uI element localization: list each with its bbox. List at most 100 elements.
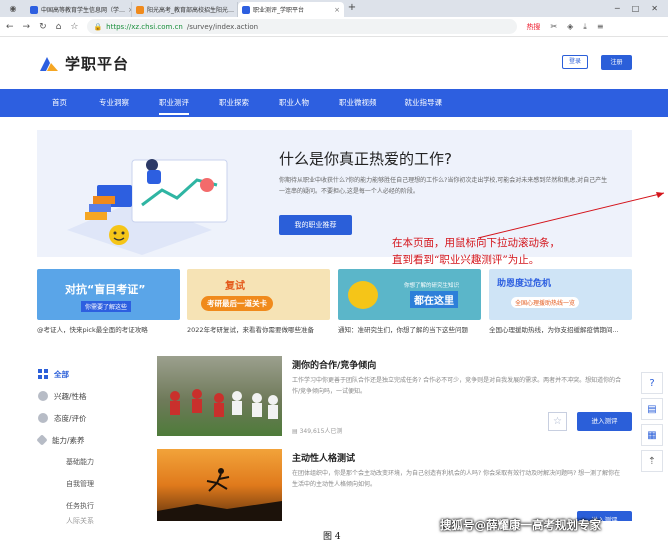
annotation-note: 在本页面，用鼠标向下拉动滚动条， 直到看到“职业兴趣测评”为止。 bbox=[392, 235, 632, 269]
smile-icon bbox=[38, 391, 48, 401]
favorite-star-icon[interactable]: ☆ bbox=[548, 412, 567, 431]
help-icon[interactable]: ? bbox=[641, 372, 663, 394]
tab-favicon bbox=[136, 5, 144, 14]
clock-icon bbox=[38, 413, 48, 423]
nav-item-major-insight[interactable]: 专业洞察 bbox=[99, 89, 129, 117]
browser-tab-3[interactable]: 职业测评_学职平台 × bbox=[238, 2, 344, 17]
tab-favicon bbox=[30, 5, 38, 14]
category-interest[interactable]: 兴趣/性格 bbox=[38, 385, 128, 407]
close-window-icon[interactable]: ✕ bbox=[651, 4, 658, 13]
clipboard-icon[interactable]: ▤ bbox=[641, 398, 663, 420]
hero-illustration bbox=[67, 159, 228, 255]
test-item: 测你的合作/竞争倾向 工作学习中你更善于团队合作还是独立完成任务? 合作必不可少… bbox=[157, 356, 632, 436]
figure-caption: 图 4 bbox=[323, 532, 341, 542]
subcategory-basic[interactable]: 基础能力 bbox=[38, 451, 128, 473]
card-title: 都在这里 bbox=[410, 291, 458, 308]
login-button[interactable]: 登录 bbox=[562, 55, 588, 69]
test-title[interactable]: 主动性人格测试 bbox=[292, 451, 355, 464]
owl-icon bbox=[348, 281, 378, 309]
qr-code-icon[interactable]: ▦ bbox=[641, 424, 663, 446]
enter-test-button[interactable]: 进入测评 bbox=[577, 412, 632, 431]
card-title: 复试 bbox=[225, 281, 245, 292]
download-icon[interactable]: ⤓ bbox=[583, 22, 587, 32]
site-header: 学职平台 登录 注册 bbox=[0, 37, 668, 89]
tab-favicon bbox=[242, 5, 250, 14]
maximize-icon[interactable]: □ bbox=[632, 4, 640, 13]
promo-card-retest[interactable]: 复试 考研最后一道关卡 bbox=[187, 269, 330, 320]
card-subtitle: 全国心理援助热线一览 bbox=[511, 297, 580, 308]
nav-item-career-video[interactable]: 职业微视频 bbox=[339, 89, 377, 117]
career-recommend-button[interactable]: 我的职业推荐 bbox=[279, 215, 352, 235]
window-controls: ─ □ ✕ bbox=[615, 0, 668, 17]
card-title: 对抗“盲目考证” bbox=[65, 283, 146, 296]
card-subtitle: 你需要了解这些 bbox=[81, 301, 132, 312]
football-players-image bbox=[170, 389, 278, 419]
test-item: 主动性人格测试 在团体组织中，你是那个会主动改变环境，为自己创造有利机会的人吗?… bbox=[157, 449, 632, 521]
nav-item-home[interactable]: 首页 bbox=[52, 89, 67, 117]
test-title[interactable]: 测你的合作/竞争倾向 bbox=[292, 358, 376, 371]
card-caption[interactable]: 2022年考研复试，来看看你需要做哪些准备 bbox=[187, 324, 330, 334]
category-label: 全部 bbox=[54, 369, 69, 379]
scissors-icon[interactable]: ✂ bbox=[550, 22, 557, 31]
hot-search[interactable]: 热搜 bbox=[526, 22, 540, 32]
minimize-icon[interactable]: ─ bbox=[615, 4, 620, 13]
annotation-line-1: 在本页面，用鼠标向下拉动滚动条， bbox=[392, 237, 560, 249]
bookmark-icon[interactable]: ☆ bbox=[70, 22, 78, 32]
address-toolbar: ← → ↻ ⌂ ☆ 🔒 https://xz.chsi.com.cn/surve… bbox=[0, 17, 668, 37]
heart-icon bbox=[36, 434, 48, 446]
category-sidebar: 全部 兴趣/性格 态度/评价 能力/素养 基础能力 自我管理 任务执行 人际关系 bbox=[36, 363, 128, 525]
register-button[interactable]: 注册 bbox=[601, 55, 632, 70]
browser-tab-2[interactable]: 阳光高考_教育部高校招生阳光… × bbox=[132, 2, 238, 17]
lock-icon: 🔒 bbox=[93, 22, 103, 31]
subcategory-task[interactable]: 任务执行 bbox=[38, 495, 128, 517]
promo-cards: 对抗“盲目考证” 你需要了解这些 @考证人，快来pick最全面的考证攻略 复试 … bbox=[37, 269, 632, 334]
category-attitude[interactable]: 态度/评价 bbox=[38, 407, 128, 429]
site-logo[interactable]: 学职平台 bbox=[38, 53, 129, 74]
home-icon[interactable]: ⌂ bbox=[56, 22, 62, 32]
category-label: 兴趣/性格 bbox=[54, 391, 87, 401]
forward-icon[interactable]: → bbox=[23, 22, 31, 32]
category-all[interactable]: 全部 bbox=[38, 363, 128, 385]
category-ability[interactable]: 能力/素养 bbox=[36, 429, 128, 451]
tab-title: 职业测评_学职平台 bbox=[253, 7, 305, 14]
url-host: https://xz.chsi.com.cn bbox=[106, 22, 183, 31]
nav-item-career-people[interactable]: 职业人物 bbox=[279, 89, 309, 117]
reload-icon[interactable]: ↻ bbox=[39, 22, 47, 32]
browser-tab-1[interactable]: 中国高等教育学生信息网（学… × bbox=[26, 2, 132, 17]
card-subtitle: 考研最后一道关卡 bbox=[201, 296, 273, 311]
watermark: 搜狐号@薛耀康一高考规划专家 bbox=[440, 518, 601, 532]
new-tab-button[interactable]: + bbox=[344, 2, 360, 17]
promo-card-psych[interactable]: 助恩度过危机 全国心理援助热线一览 bbox=[489, 269, 632, 320]
card-caption[interactable]: 通知：准研究生们，你想了解的当下这些问题 bbox=[338, 324, 481, 334]
promo-card-grad[interactable]: 你想了解的研究生知识 都在这里 bbox=[338, 269, 481, 320]
hero-description: 你期待从职业中收获什么?你的能力能够胜任自己理想的工作么?当你初次走出学校,可能… bbox=[279, 177, 608, 195]
extension-icon[interactable]: ◈ bbox=[567, 22, 573, 31]
card-caption[interactable]: @考证人，快来pick最全面的考证攻略 bbox=[37, 324, 180, 334]
menu-icon[interactable]: ≡ bbox=[597, 22, 604, 31]
subcategory-self[interactable]: 自我管理 bbox=[38, 473, 128, 495]
subcategory-people[interactable]: 人际关系 bbox=[38, 517, 128, 525]
nav-item-career-explore[interactable]: 职业探索 bbox=[219, 89, 249, 117]
close-icon[interactable]: × bbox=[334, 6, 340, 14]
card-subtitle: 你想了解的研究生知识 bbox=[404, 283, 460, 289]
nav-item-career-test[interactable]: 职业测评 bbox=[159, 89, 189, 117]
test-thumbnail[interactable] bbox=[157, 356, 282, 436]
card-title: 助恩度过危机 bbox=[497, 279, 552, 289]
test-description: 工作学习中你更善于团队合作还是独立完成任务? 合作必不可少，竞争则是对自我发展的… bbox=[292, 377, 622, 395]
url-input[interactable]: 🔒 https://xz.chsi.com.cn/survey/index.ac… bbox=[87, 19, 518, 34]
card-caption[interactable]: 全国心理援助热线，为你支招缓解疫情期间... bbox=[489, 324, 632, 334]
grid-icon bbox=[38, 369, 48, 379]
test-count-text: 349,615人已测 bbox=[299, 428, 343, 435]
tab-title: 中国高等教育学生信息网（学… bbox=[41, 7, 126, 14]
logo-icon bbox=[40, 56, 58, 71]
back-to-top-icon[interactable]: ⇡ bbox=[641, 450, 663, 472]
nav-item-career-course[interactable]: 就业指导课 bbox=[405, 89, 443, 117]
list-icon: ▤ bbox=[292, 428, 298, 435]
logo-text: 学职平台 bbox=[65, 55, 130, 73]
back-icon[interactable]: ← bbox=[6, 22, 14, 32]
floating-toolbar: ? ▤ ▦ ⇡ bbox=[641, 372, 663, 472]
test-thumbnail[interactable] bbox=[157, 449, 282, 521]
promo-card-cert[interactable]: 对抗“盲目考证” 你需要了解这些 bbox=[37, 269, 180, 320]
browser-menu-icon[interactable]: ◉ bbox=[0, 0, 26, 17]
test-description: 在团体组织中，你是那个会主动改变环境，为自己创造有利机会的人吗? 你会采取有效行… bbox=[292, 470, 621, 488]
